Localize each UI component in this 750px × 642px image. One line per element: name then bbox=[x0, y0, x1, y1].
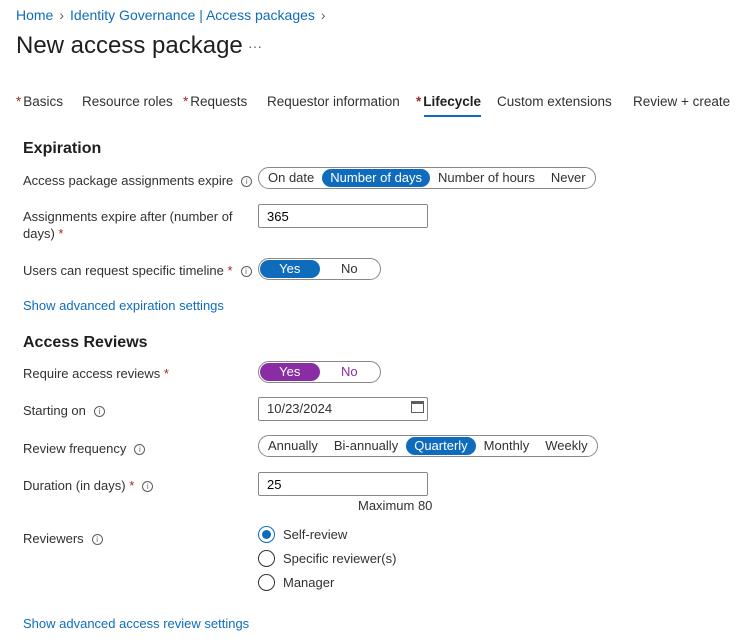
timeline-yes[interactable]: Yes bbox=[260, 260, 320, 278]
radio-label: Manager bbox=[283, 575, 335, 590]
expire-days-input[interactable] bbox=[258, 204, 428, 228]
expire-options: On date Number of days Number of hours Neve… bbox=[258, 167, 596, 189]
tab-review-create[interactable]: Review + create bbox=[633, 94, 730, 117]
info-icon[interactable]: i bbox=[241, 176, 253, 188]
require-toggle: Yes No bbox=[258, 361, 381, 383]
reviewer-option-specific-reviewer-s-[interactable]: Specific reviewer(s) bbox=[258, 550, 396, 567]
advanced-review-link[interactable]: Show advanced access review settings bbox=[23, 616, 249, 631]
tab-label: Resource roles bbox=[82, 94, 173, 109]
duration-input[interactable] bbox=[258, 472, 428, 496]
option-monthly[interactable]: Monthly bbox=[476, 437, 538, 455]
tab-label: Basics bbox=[23, 94, 64, 109]
tab-bar: * Basics Resource roles * Requests Requestor … bbox=[0, 94, 740, 122]
expire-label: Access package assignments expire i bbox=[23, 172, 253, 189]
breadcrumb-home[interactable]: Home bbox=[16, 7, 53, 23]
frequency-label: Review frequency i bbox=[23, 440, 146, 457]
tab-requests[interactable]: * Requests bbox=[183, 94, 247, 117]
required-star: * bbox=[16, 94, 22, 109]
tab-label: Lifecycle bbox=[423, 94, 482, 109]
radio-icon[interactable] bbox=[258, 550, 275, 567]
tab-label: Requestor information bbox=[267, 94, 400, 109]
expiration-heading: Expiration bbox=[23, 140, 102, 157]
option-annually[interactable]: Annually bbox=[260, 437, 326, 455]
chevron-right-icon: › bbox=[320, 7, 326, 23]
option-number-of-hours[interactable]: Number of hours bbox=[430, 169, 543, 187]
tab-basics[interactable]: * Basics bbox=[16, 94, 63, 117]
tab-label: Review + create bbox=[633, 94, 731, 109]
advanced-expiration-link[interactable]: Show advanced expiration settings bbox=[23, 298, 224, 313]
tab-requestor-information[interactable]: Requestor information bbox=[267, 94, 400, 117]
timeline-no[interactable]: No bbox=[320, 260, 380, 278]
info-icon[interactable]: i bbox=[91, 534, 103, 546]
reviewers-label: Reviewers i bbox=[23, 530, 103, 547]
tab-custom-extensions[interactable]: Custom extensions bbox=[497, 94, 612, 117]
option-never[interactable]: Never bbox=[543, 169, 594, 187]
tab-label: Custom extensions bbox=[497, 94, 612, 109]
radio-label: Self-review bbox=[283, 527, 348, 542]
chevron-right-icon: › bbox=[59, 7, 65, 23]
radio-icon[interactable] bbox=[258, 526, 275, 543]
duration-label: Duration (in days) * i bbox=[23, 477, 154, 494]
info-icon[interactable]: i bbox=[93, 406, 105, 418]
require-label: Require access reviews * bbox=[23, 366, 169, 381]
duration-hint: Maximum 80 bbox=[358, 498, 433, 513]
breadcrumb-access-packages[interactable]: Identity Governance | Access packages bbox=[70, 7, 315, 23]
starting-date-field[interactable]: 10/23/2024 bbox=[258, 397, 428, 421]
tab-resource-roles[interactable]: Resource roles bbox=[82, 94, 173, 117]
require-yes[interactable]: Yes bbox=[260, 363, 320, 381]
info-icon[interactable]: i bbox=[134, 444, 146, 456]
option-number-of-days[interactable]: Number of days bbox=[322, 169, 431, 187]
date-input[interactable]: 10/23/2024 bbox=[258, 397, 428, 421]
timeline-label: Users can request specific timeline * i bbox=[23, 262, 252, 279]
page-title: New access package bbox=[16, 32, 243, 59]
option-bi-annually[interactable]: Bi-annually bbox=[326, 437, 406, 455]
tab-label: Requests bbox=[190, 94, 248, 109]
required-star: * bbox=[183, 94, 189, 109]
after-label: Assignments expire after (number of days… bbox=[23, 209, 233, 241]
starting-label: Starting on i bbox=[23, 402, 105, 419]
option-on-date[interactable]: On date bbox=[260, 169, 322, 187]
option-quarterly[interactable]: Quarterly bbox=[406, 437, 476, 455]
tab-lifecycle[interactable]: * Lifecycle bbox=[416, 94, 482, 117]
option-weekly[interactable]: Weekly bbox=[537, 437, 595, 455]
breadcrumb: Home › Identity Governance | Access packa… bbox=[16, 7, 326, 23]
require-no[interactable]: No bbox=[320, 363, 380, 381]
reviewer-option-self-review[interactable]: Self-review bbox=[258, 526, 347, 543]
calendar-icon[interactable] bbox=[411, 401, 424, 413]
info-icon[interactable]: i bbox=[142, 481, 154, 493]
radio-label: Specific reviewer(s) bbox=[283, 551, 397, 566]
frequency-options: Annually Bi-annually Quarterly Monthly Weekl… bbox=[258, 435, 598, 457]
radio-icon[interactable] bbox=[258, 574, 275, 591]
info-icon[interactable]: i bbox=[240, 266, 252, 278]
timeline-toggle: Yes No bbox=[258, 258, 381, 280]
reviewer-option-manager[interactable]: Manager bbox=[258, 574, 334, 591]
access-reviews-heading: Access Reviews bbox=[23, 334, 148, 351]
more-options-icon[interactable]: ··· bbox=[248, 38, 262, 54]
required-star: * bbox=[416, 94, 422, 109]
